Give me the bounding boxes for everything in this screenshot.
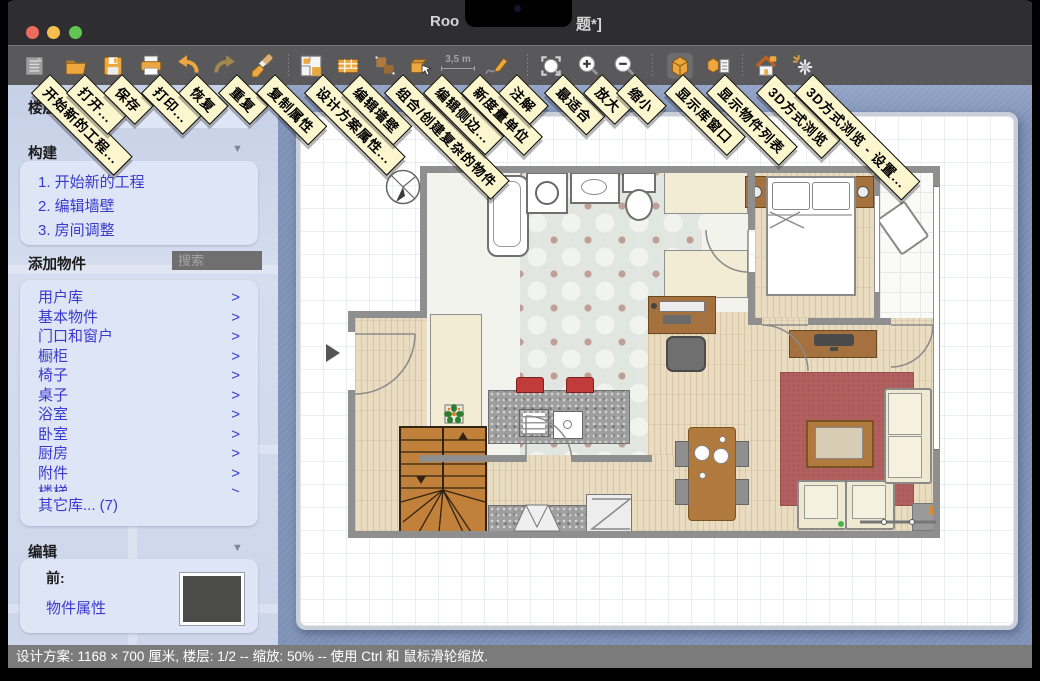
rooms-icon [372, 53, 398, 79]
minimize-window-button[interactable] [47, 26, 60, 39]
toolbar-separator [742, 54, 743, 78]
expand-arrow: > [231, 327, 240, 347]
library-item-accessories[interactable]: 附件> [20, 464, 258, 484]
library-panel: 用户库> 基本物件> 门口和窗户> 橱柜> 椅子> 桌子> 浴室> 卧室> 厨房… [20, 280, 258, 526]
zoom-in-button[interactable] [574, 52, 602, 80]
step-new-project-link[interactable]: 1. 开始新的工程 [38, 171, 145, 195]
library-item-bathroom[interactable]: 浴室> [20, 405, 258, 425]
group-objects-button[interactable] [407, 52, 435, 80]
screen-bezel-right [1032, 0, 1040, 681]
expand-arrow: > [231, 405, 240, 425]
collapse-arrow-icon[interactable]: ▼ [232, 542, 243, 554]
show-object-list-button[interactable] [704, 52, 732, 80]
library-item-bedroom[interactable]: 卧室> [20, 425, 258, 445]
new-project-icon [23, 53, 49, 79]
expand-arrow: > [231, 308, 240, 328]
toolbar-separator [288, 54, 289, 78]
expand-arrow: > [231, 444, 240, 464]
library-item-kitchen[interactable]: 厨房> [20, 444, 258, 464]
sidebar: 楼层 构建 ▼ 1. 开始新的工程 2. 编辑墙壁 3. 房间调整 添加物件 用… [8, 85, 278, 645]
entrance-marker [326, 344, 340, 362]
status-bar: 设计方案: 1168 × 700 厘米, 楼层: 1/2 -- 缩放: 50% … [8, 645, 1032, 668]
build-section-header: 构建 [28, 142, 57, 163]
object-properties-link[interactable]: 物件属性 [46, 597, 106, 618]
front-label: 前: [46, 568, 65, 588]
add-objects-label: 添加物件 [28, 253, 86, 274]
window-title-left: Roo [430, 13, 459, 30]
toolbar-separator [527, 54, 528, 78]
close-window-button[interactable] [26, 26, 39, 39]
camera-notch [465, 0, 572, 27]
new-project-button[interactable] [22, 52, 50, 80]
library-item-tables[interactable]: 桌子> [20, 386, 258, 406]
freehand-draw-button[interactable] [483, 52, 511, 80]
ruler-icon [441, 66, 475, 71]
library-item-user[interactable]: 用户库> [20, 288, 258, 308]
library-item-stairs-clipped[interactable]: 楼梯> [20, 483, 258, 492]
zoom-in-icon [575, 53, 601, 79]
build-steps-panel: 1. 开始新的工程 2. 编辑墙壁 3. 房间调整 [20, 161, 258, 245]
window-balcony [875, 196, 879, 292]
expand-arrow: > [231, 347, 240, 367]
compass[interactable] [384, 168, 422, 206]
step-edit-walls-link[interactable]: 2. 编辑墙壁 [38, 195, 145, 219]
toolbar-separator [652, 54, 653, 78]
screen-bezel-left [0, 0, 8, 681]
edit-measurement-button[interactable]: 3,5 m [441, 54, 475, 71]
expand-arrow: > [231, 386, 240, 406]
camera-dot [514, 5, 521, 12]
fullscreen-window-button[interactable] [69, 26, 82, 39]
library-item-chairs[interactable]: 椅子> [20, 366, 258, 386]
screen-bezel-bottom [0, 668, 1040, 681]
expand-arrow: > [231, 288, 240, 308]
library-more-link[interactable]: 其它库... (7) [20, 496, 258, 516]
window-right[interactable] [934, 186, 939, 450]
edit-panel: 前: 物件属性 [20, 559, 258, 633]
collapse-arrow-icon[interactable]: ▼ [232, 143, 243, 155]
expand-arrow: > [231, 366, 240, 386]
expand-arrow: > [231, 483, 240, 492]
step-adjust-rooms-link[interactable]: 3. 房间调整 [38, 219, 145, 243]
measure-label: 3,5 m [445, 54, 471, 65]
expand-arrow: > [231, 464, 240, 484]
box-cursor-icon [408, 53, 434, 79]
expand-arrow: > [231, 425, 240, 445]
object-list-icon [705, 53, 731, 79]
front-color-swatch[interactable] [180, 573, 244, 625]
macbook-screen: Roo 题*] 3,5 m [0, 0, 1040, 681]
pencil-curve-icon [484, 53, 510, 79]
compass-icon [384, 168, 422, 206]
edit-rooms-button[interactable] [371, 52, 399, 80]
window-title-right: 题*] [576, 13, 602, 34]
library-item-cabinets[interactable]: 橱柜> [20, 347, 258, 367]
library-item-doors-windows[interactable]: 门口和窗户> [20, 327, 258, 347]
library-item-basic[interactable]: 基本物件> [20, 308, 258, 328]
search-input[interactable] [172, 251, 262, 270]
